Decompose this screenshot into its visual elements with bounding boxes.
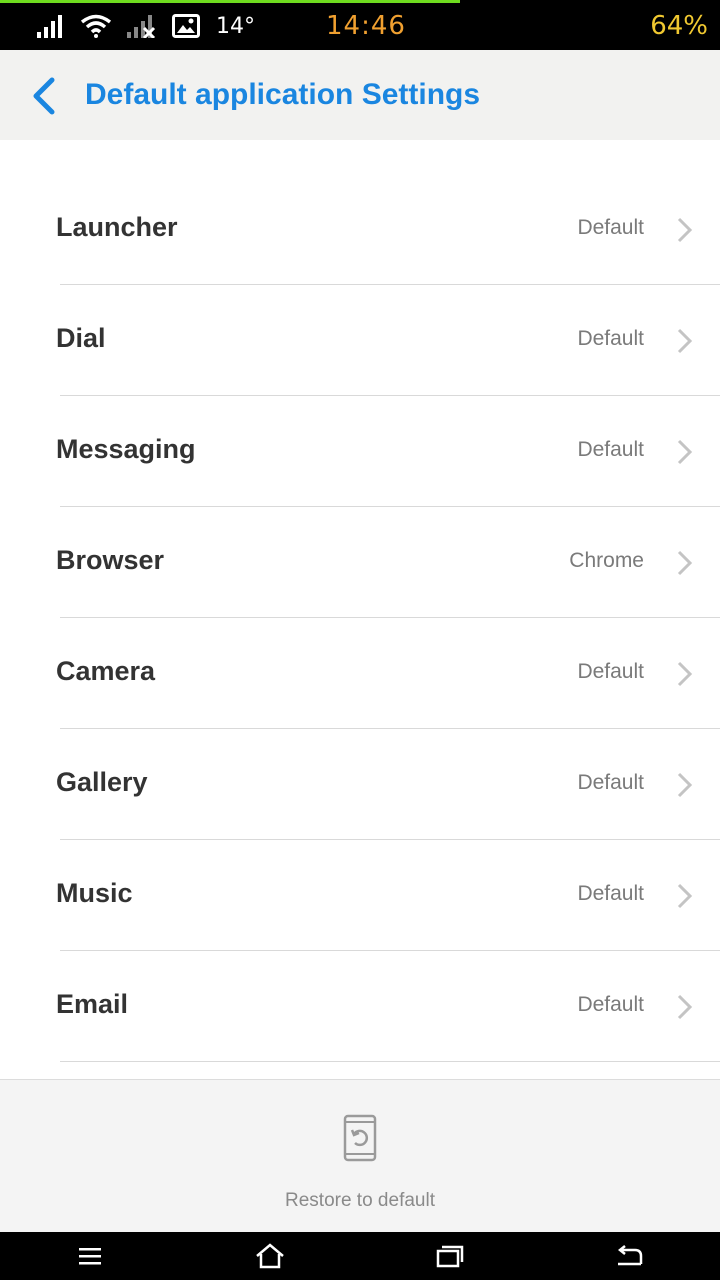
back-nav-button[interactable]	[600, 1240, 660, 1272]
chevron-right-icon	[677, 994, 693, 1020]
setting-row-camera[interactable]: Camera Default	[0, 618, 720, 729]
chevron-right-icon	[677, 772, 693, 798]
restore-default-label: Restore to default	[285, 1190, 435, 1211]
setting-row-browser[interactable]: Browser Chrome	[0, 507, 720, 618]
setting-value: Default	[577, 216, 644, 239]
back-icon	[617, 1245, 643, 1266]
wifi-icon	[80, 14, 112, 38]
settings-list: Launcher Default Dial Default Messaging …	[0, 174, 720, 1062]
header: Default application Settings	[0, 50, 720, 140]
battery-percentage: 64%	[650, 11, 708, 41]
image-notification-icon	[172, 14, 200, 38]
setting-value: Default	[577, 771, 644, 794]
setting-value: Default	[577, 882, 644, 905]
setting-label: Camera	[56, 656, 156, 686]
setting-row-messaging[interactable]: Messaging Default	[0, 396, 720, 507]
setting-value: Default	[577, 438, 644, 461]
setting-value: Default	[577, 993, 644, 1016]
setting-label: Launcher	[56, 212, 178, 242]
setting-label: Email	[56, 989, 129, 1019]
recent-apps-icon	[436, 1245, 464, 1268]
back-chevron-icon	[33, 77, 55, 115]
setting-label: Messaging	[56, 434, 196, 464]
signal-icon	[36, 14, 66, 38]
restore-default-button[interactable]: Restore to default	[0, 1080, 720, 1233]
setting-value: Chrome	[569, 549, 644, 572]
menu-icon	[79, 1248, 101, 1265]
setting-row-dial[interactable]: Dial Default	[0, 285, 720, 396]
setting-label: Gallery	[56, 767, 148, 797]
setting-value: Default	[577, 327, 644, 350]
status-icons: 14°	[36, 12, 255, 40]
setting-value: Default	[577, 660, 644, 683]
setting-row-email[interactable]: Email Default	[0, 951, 720, 1062]
temperature: 14°	[216, 13, 255, 39]
download-progress-bar	[0, 0, 460, 3]
setting-label: Dial	[56, 323, 106, 353]
nav-bar	[0, 1232, 720, 1280]
footer: Restore to default	[0, 1079, 720, 1233]
no-signal-icon	[126, 14, 158, 38]
chevron-right-icon	[677, 328, 693, 354]
setting-label: Music	[56, 878, 133, 908]
status-bar: 14° 14:46 64%	[0, 0, 720, 50]
setting-row-gallery[interactable]: Gallery Default	[0, 729, 720, 840]
setting-row-launcher[interactable]: Launcher Default	[0, 174, 720, 285]
chevron-right-icon	[677, 439, 693, 465]
menu-button[interactable]	[60, 1240, 120, 1272]
setting-label: Browser	[56, 545, 165, 575]
page-title: Default application Settings	[85, 78, 481, 111]
chevron-right-icon	[677, 550, 693, 576]
back-button[interactable]	[28, 76, 64, 116]
restore-phone-icon	[343, 1114, 377, 1162]
chevron-right-icon	[677, 661, 693, 687]
chevron-right-icon	[677, 883, 693, 909]
setting-row-music[interactable]: Music Default	[0, 840, 720, 951]
recent-apps-button[interactable]	[420, 1240, 480, 1272]
chevron-right-icon	[677, 217, 693, 243]
clock: 14:46	[326, 11, 406, 41]
divider	[60, 1061, 720, 1062]
home-button[interactable]	[240, 1240, 300, 1272]
home-icon	[256, 1243, 284, 1269]
